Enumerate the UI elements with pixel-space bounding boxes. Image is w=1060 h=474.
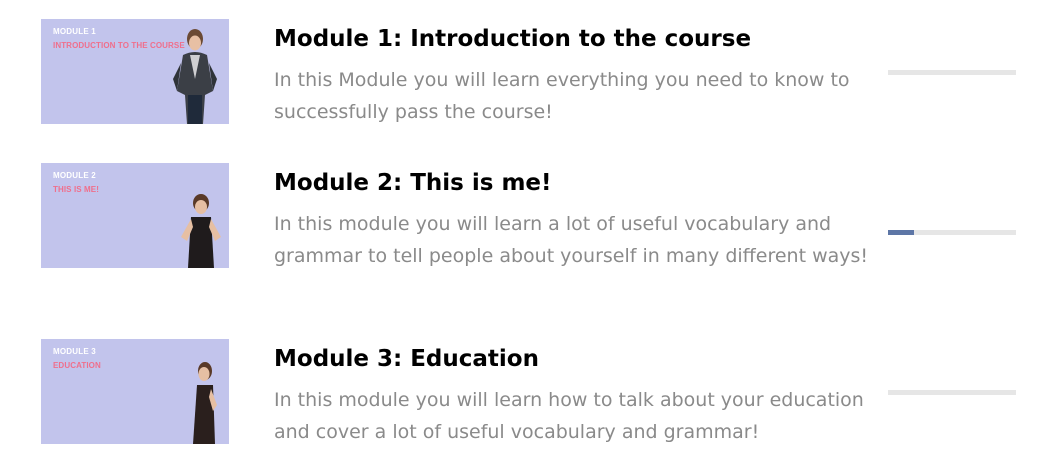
instructor-photo	[173, 29, 217, 124]
module-title[interactable]: Module 3: Education	[274, 343, 539, 375]
module-progress-bar	[888, 230, 1016, 235]
thumbnail-module-number: MODULE 1	[53, 27, 96, 36]
thumbnail-module-number: MODULE 3	[53, 347, 96, 356]
module-progress-bar	[888, 390, 1016, 395]
module-thumbnail[interactable]: MODULE 1 INTRODUCTION TO THE COURSE	[41, 19, 229, 124]
progress-fill	[888, 230, 914, 235]
instructor-photo	[193, 362, 217, 444]
module-description: In this module you will learn how to tal…	[274, 389, 864, 443]
module-thumbnail[interactable]: MODULE 3 EDUCATION	[41, 339, 229, 444]
module-thumbnail[interactable]: MODULE 2 THIS IS ME!	[41, 163, 229, 268]
module-title[interactable]: Module 1: Introduction to the course	[274, 23, 751, 55]
module-progress-bar	[888, 70, 1016, 75]
instructor-photo	[181, 194, 221, 268]
module-title[interactable]: Module 2: This is me!	[274, 167, 552, 199]
thumbnail-module-subtitle: THIS IS ME!	[53, 185, 99, 194]
thumbnail-module-number: MODULE 2	[53, 171, 96, 180]
module-description: In this Module you will learn everything…	[274, 69, 850, 123]
module-description: In this module you will learn a lot of u…	[274, 213, 869, 267]
thumbnail-module-subtitle: EDUCATION	[53, 361, 101, 370]
